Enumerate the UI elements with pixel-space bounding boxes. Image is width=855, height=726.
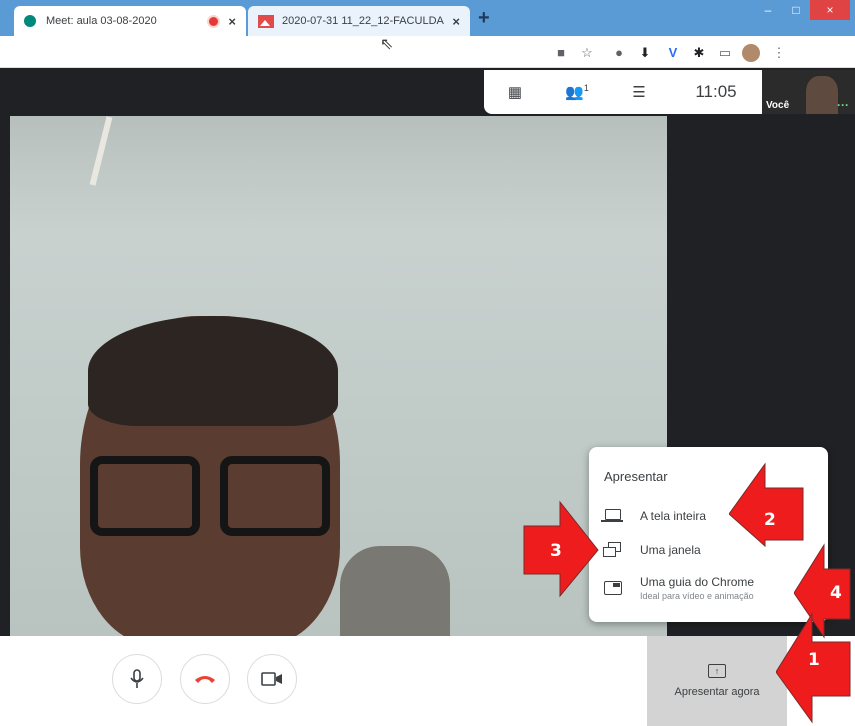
video-camera-icon <box>261 672 282 686</box>
tab-image[interactable]: 2020-07-31 11_22_12-FACULDA × <box>248 6 470 36</box>
minimize-button[interactable]: – <box>754 0 782 20</box>
chat-icon[interactable]: ☰ <box>608 83 670 101</box>
annotation-number-3: 3 <box>550 541 562 561</box>
hang-up-icon <box>195 676 215 683</box>
microphone-button[interactable] <box>112 654 162 704</box>
meet-favicon-icon <box>24 15 36 27</box>
download-icon[interactable]: ⬇ <box>636 44 654 62</box>
self-view-tile[interactable]: Você ··· <box>762 70 855 114</box>
recording-icon <box>209 16 219 26</box>
self-label: Você <box>766 100 790 111</box>
meeting-clock: 11:05 <box>695 82 737 101</box>
tab-title: 2020-07-31 11_22_12-FACULDA <box>282 15 444 27</box>
glasses-right <box>220 456 330 536</box>
present-menu-title: Apresentar <box>604 469 668 484</box>
close-tab-button[interactable]: × <box>452 14 460 29</box>
more-options-button[interactable]: ··· <box>837 98 849 112</box>
menu-icon[interactable]: ⋮ <box>770 44 788 62</box>
annotation-number-1: 1 <box>808 650 820 670</box>
tab-title: Meet: aula 03-08-2020 <box>46 15 157 27</box>
people-icon: 👥 <box>565 84 584 101</box>
screen: Meet: aula 03-08-2020 × 2020-07-31 11_22… <box>0 0 855 726</box>
tab-meet[interactable]: Meet: aula 03-08-2020 × <box>14 6 246 36</box>
close-window-button[interactable]: × <box>810 0 850 20</box>
participants-count: 1 <box>583 83 589 93</box>
tab-strip: Meet: aula 03-08-2020 × 2020-07-31 11_22… <box>0 0 855 36</box>
chrome-tab-icon <box>602 580 626 596</box>
window-icon <box>602 542 626 558</box>
self-face <box>806 76 838 114</box>
maximize-button[interactable]: □ <box>782 0 810 20</box>
camera-button[interactable] <box>247 654 297 704</box>
participants-button[interactable]: 👥1 <box>546 83 608 101</box>
wall-shadow <box>10 116 667 236</box>
hang-up-button[interactable] <box>180 654 230 704</box>
browser-toolbar: ■ ☆ ● ⬇ V ✱ ▭ ⋮ <box>0 36 855 68</box>
present-now-label: Apresentar agora <box>674 686 760 698</box>
participant-hair <box>88 316 338 426</box>
mouse-cursor-icon: ⇖ <box>380 36 394 53</box>
image-favicon-icon <box>258 14 274 28</box>
extension-icon[interactable]: ● <box>610 44 628 62</box>
menu-item-label: Uma guia do Chrome <box>640 575 755 589</box>
annotation-number-2: 2 <box>764 510 776 530</box>
grid-icon[interactable]: ▦ <box>484 83 546 101</box>
glasses-left <box>90 456 200 536</box>
laptop-icon <box>601 508 626 524</box>
shoulder <box>340 546 450 636</box>
puzzle-icon[interactable]: ✱ <box>690 44 708 62</box>
menu-item-chrome-tab[interactable]: Uma guia do Chrome Ideal para vídeo e an… <box>589 569 828 607</box>
call-controls-bar: ↑ Apresentar agora <box>0 636 855 726</box>
profile-avatar[interactable] <box>742 44 760 62</box>
participant-figure <box>50 316 360 636</box>
menu-item-sublabel: Ideal para vídeo e animação <box>640 591 754 601</box>
meeting-info-bar: ▦ 👥1 ☰ 11:05 <box>484 70 762 114</box>
annotation-number-4: 4 <box>830 583 842 603</box>
menu-item-label: Uma janela <box>640 543 701 557</box>
close-tab-button[interactable]: × <box>228 14 236 29</box>
cast-icon[interactable]: ▭ <box>716 44 734 62</box>
menu-item-label: A tela inteira <box>640 509 707 523</box>
microphone-icon <box>130 669 144 688</box>
annotation-arrow-2 <box>729 462 804 548</box>
present-screen-icon: ↑ <box>708 664 726 678</box>
v-extension-icon[interactable]: V <box>664 44 682 62</box>
new-tab-button[interactable]: + <box>478 7 490 30</box>
camera-icon[interactable]: ■ <box>552 44 570 62</box>
present-now-button[interactable]: ↑ Apresentar agora <box>647 636 787 726</box>
star-icon[interactable]: ☆ <box>578 44 596 62</box>
